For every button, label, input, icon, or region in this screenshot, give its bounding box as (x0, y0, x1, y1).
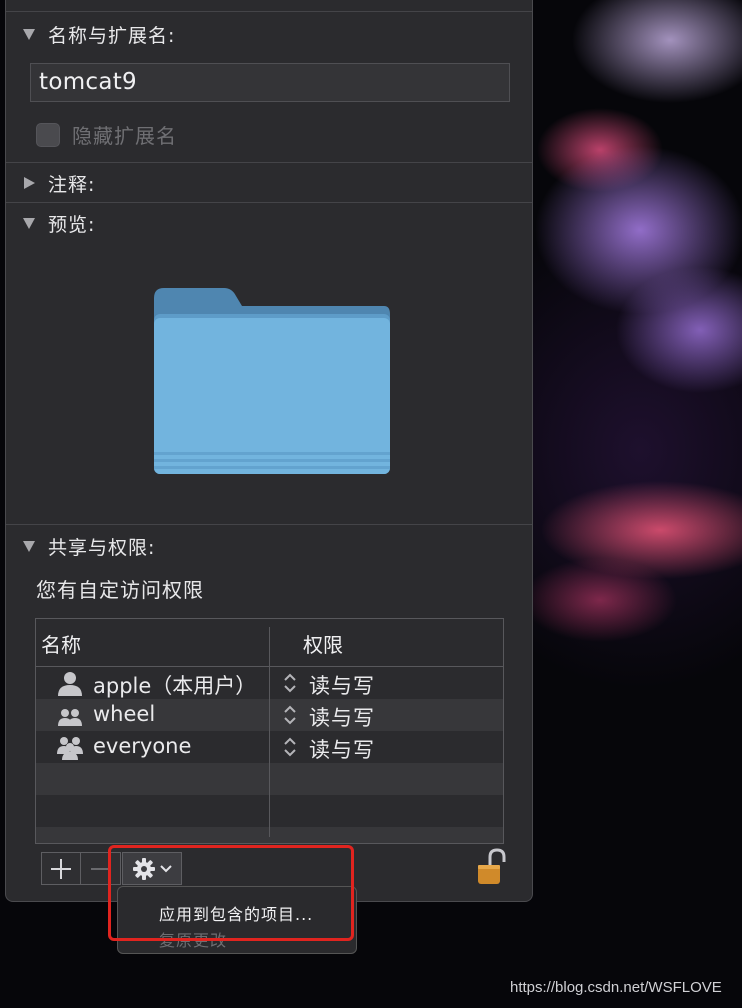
column-header-privilege[interactable]: 权限 (303, 629, 343, 658)
column-header-name[interactable]: 名称 (41, 629, 81, 658)
row-user-name: apple（本用户） (93, 674, 257, 698)
divider (6, 162, 532, 163)
section-label: 共享与权限: (48, 536, 156, 559)
column-divider (269, 627, 270, 837)
row-privilege[interactable]: 读与写 (309, 734, 375, 764)
divider (6, 524, 532, 525)
disclosure-open-icon[interactable] (22, 27, 36, 41)
section-sharing[interactable]: 共享与权限: (22, 531, 155, 561)
group-icon (58, 709, 82, 726)
disclosure-open-icon[interactable] (22, 539, 36, 553)
info-panel: 名称与扩展名: tomcat9 隐藏扩展名 注释: 预览: 共享与权限: 您有自… (5, 0, 533, 902)
disclosure-closed-icon[interactable] (22, 176, 36, 190)
permissions-table: 名称 权限 apple（本用户） 读与写 wheel 读与写 everyone … (35, 618, 504, 844)
section-label: 预览: (48, 213, 96, 236)
access-status-text: 您有自定访问权限 (36, 578, 204, 602)
row-user-name: wheel (93, 702, 156, 726)
hide-extension-label: 隐藏扩展名 (72, 124, 177, 148)
stepper-icon[interactable] (283, 704, 297, 726)
single-user-icon (58, 672, 82, 696)
stepper-icon[interactable] (283, 672, 297, 694)
hide-extension-checkbox[interactable] (36, 122, 60, 147)
section-name-ext[interactable]: 名称与扩展名: (22, 19, 175, 49)
add-user-button[interactable] (41, 852, 81, 885)
section-label: 注释: (48, 173, 96, 196)
everyone-icon (57, 737, 83, 760)
row-privilege[interactable]: 读与写 (309, 670, 375, 700)
name-field[interactable]: tomcat9 (30, 63, 510, 102)
divider (6, 11, 532, 12)
section-label: 名称与扩展名: (48, 24, 176, 47)
highlight-annotation (108, 845, 354, 941)
row-user-name: everyone (93, 734, 192, 758)
add-icon (51, 858, 71, 879)
section-comments[interactable]: 注释: (22, 168, 95, 198)
divider (6, 202, 532, 203)
disclosure-open-icon[interactable] (22, 216, 36, 230)
section-preview[interactable]: 预览: (22, 208, 95, 238)
watermark: https://blog.csdn.net/WSFLOVE (510, 979, 722, 996)
folder-icon (154, 288, 390, 474)
hide-extension-row[interactable]: 隐藏扩展名 (36, 120, 177, 149)
row-privilege[interactable]: 读与写 (309, 702, 375, 732)
lock-icon[interactable] (476, 848, 506, 886)
stepper-icon[interactable] (283, 736, 297, 758)
